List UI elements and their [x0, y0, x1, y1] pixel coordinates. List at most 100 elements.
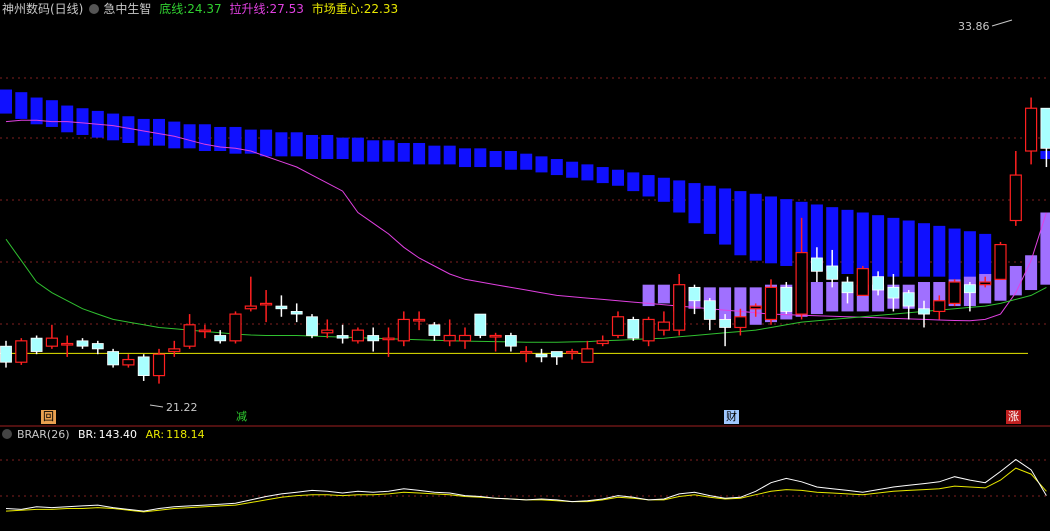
candle-body-32 [489, 334, 502, 338]
pressure-bar-22 [336, 137, 349, 160]
candle-body-20 [306, 316, 318, 336]
pressure-bar-20 [306, 134, 318, 160]
candle-body-21 [321, 329, 334, 334]
pressure-bar-68 [1040, 151, 1050, 160]
pressure-bar-29 [443, 145, 456, 165]
candle-body-33 [504, 335, 517, 347]
sub-indicator-name[interactable]: BRAR(26) [17, 428, 70, 441]
marker-jian[interactable]: 减 [234, 410, 249, 424]
candle-body-5 [76, 340, 89, 347]
br-line [5, 458, 1047, 512]
pressure-bar-24 [367, 140, 380, 162]
pressure-bar-0 [0, 89, 12, 114]
marker-cai[interactable]: 财 [724, 410, 739, 424]
pressure-bar-40 [612, 169, 624, 186]
candle-body-2 [30, 337, 43, 352]
candle-body-46 [703, 300, 716, 320]
candle-body-39 [596, 340, 609, 345]
pressure-bar-50 [765, 196, 777, 264]
candle-body-23 [351, 329, 364, 342]
candle-body-34 [520, 350, 533, 354]
candle-body-38 [581, 348, 594, 363]
candle-body-30 [458, 334, 472, 342]
candle-body-40 [611, 316, 625, 337]
pressure-bar-31 [474, 148, 487, 168]
candle-body-4 [61, 342, 74, 346]
candle-body-65 [994, 243, 1007, 280]
candle-body-9 [137, 356, 150, 376]
pressure-bar-56 [856, 212, 869, 274]
candle-body-7 [107, 351, 119, 366]
candle-body-68 [1040, 107, 1050, 149]
candle-body-0 [0, 345, 12, 363]
candle-body-67 [1024, 107, 1038, 152]
candle-body-66 [1009, 174, 1022, 222]
support-bar-66 [1009, 265, 1022, 296]
candle-body-28 [428, 324, 441, 336]
candle-body-47 [719, 319, 731, 328]
pressure-bar-11 [168, 121, 181, 149]
candle-body-10 [152, 353, 166, 377]
candle-body-63 [964, 284, 976, 294]
candle-body-52 [795, 252, 808, 315]
pressure-bar-37 [566, 161, 579, 178]
pressure-bar-9 [137, 118, 150, 146]
pressure-bar-44 [673, 180, 686, 213]
candle-body-29 [443, 334, 456, 342]
candle-body-57 [872, 276, 884, 291]
pressure-bar-45 [688, 183, 701, 224]
pressure-bar-15 [229, 126, 242, 154]
br-value: 143.40 [98, 428, 138, 441]
candle-body-19 [290, 311, 303, 315]
pressure-bar-63 [963, 231, 976, 280]
candle-body-51 [780, 286, 793, 312]
candle-body-45 [688, 286, 701, 302]
marker-hui[interactable]: 回 [41, 410, 56, 424]
pressure-bar-10 [153, 118, 165, 146]
candle-body-11 [168, 348, 181, 353]
candle-body-50 [764, 286, 778, 321]
br-label: BR: [78, 428, 97, 441]
marker-zhang[interactable]: 涨 [1006, 410, 1021, 424]
pressure-bar-39 [596, 167, 609, 184]
candle-body-31 [474, 313, 487, 336]
high-arrow [991, 19, 1013, 27]
candle-body-53 [811, 257, 823, 272]
candle-body-27 [413, 318, 426, 322]
pressure-bar-7 [107, 113, 120, 141]
pressure-bar-47 [719, 188, 732, 245]
candle-body-61 [933, 300, 946, 313]
candle-body-26 [397, 318, 410, 342]
pressure-bar-32 [489, 151, 502, 168]
pressure-bar-21 [321, 134, 334, 160]
candle-body-6 [91, 343, 104, 350]
pressure-bar-41 [627, 172, 640, 192]
ar-label: AR: [145, 428, 165, 441]
candle-body-37 [565, 350, 579, 354]
candle-body-55 [841, 281, 854, 294]
support-bar-43 [657, 284, 670, 304]
price-chart[interactable]: 33.86 21.22 [0, 0, 1050, 531]
pressure-bar-58 [887, 217, 900, 277]
pressure-bar-18 [275, 132, 288, 157]
sub-settings-icon[interactable] [2, 429, 12, 439]
pressure-bar-43 [657, 177, 670, 202]
candle-body-15 [229, 313, 242, 342]
pressure-bar-35 [535, 156, 548, 173]
pressure-bar-48 [734, 191, 747, 256]
support-bar-68 [1040, 212, 1050, 285]
candle-body-25 [382, 337, 395, 341]
high-label: 33.86 [958, 20, 990, 33]
pressure-bar-57 [872, 215, 885, 277]
low-arrow [149, 404, 164, 408]
candle-body-16 [244, 305, 257, 310]
candle-body-43 [657, 321, 671, 331]
candle-body-17 [260, 302, 273, 306]
pressure-bar-13 [198, 124, 211, 152]
pressure-bar-23 [351, 137, 364, 162]
candle-body-22 [336, 335, 349, 339]
candle-body-13 [198, 329, 211, 333]
pressure-bar-64 [979, 233, 992, 280]
sub-indicator-legend: BRAR(26) BR: 143.40 AR: 118.14 [2, 428, 210, 442]
candle-body-48 [734, 316, 747, 329]
